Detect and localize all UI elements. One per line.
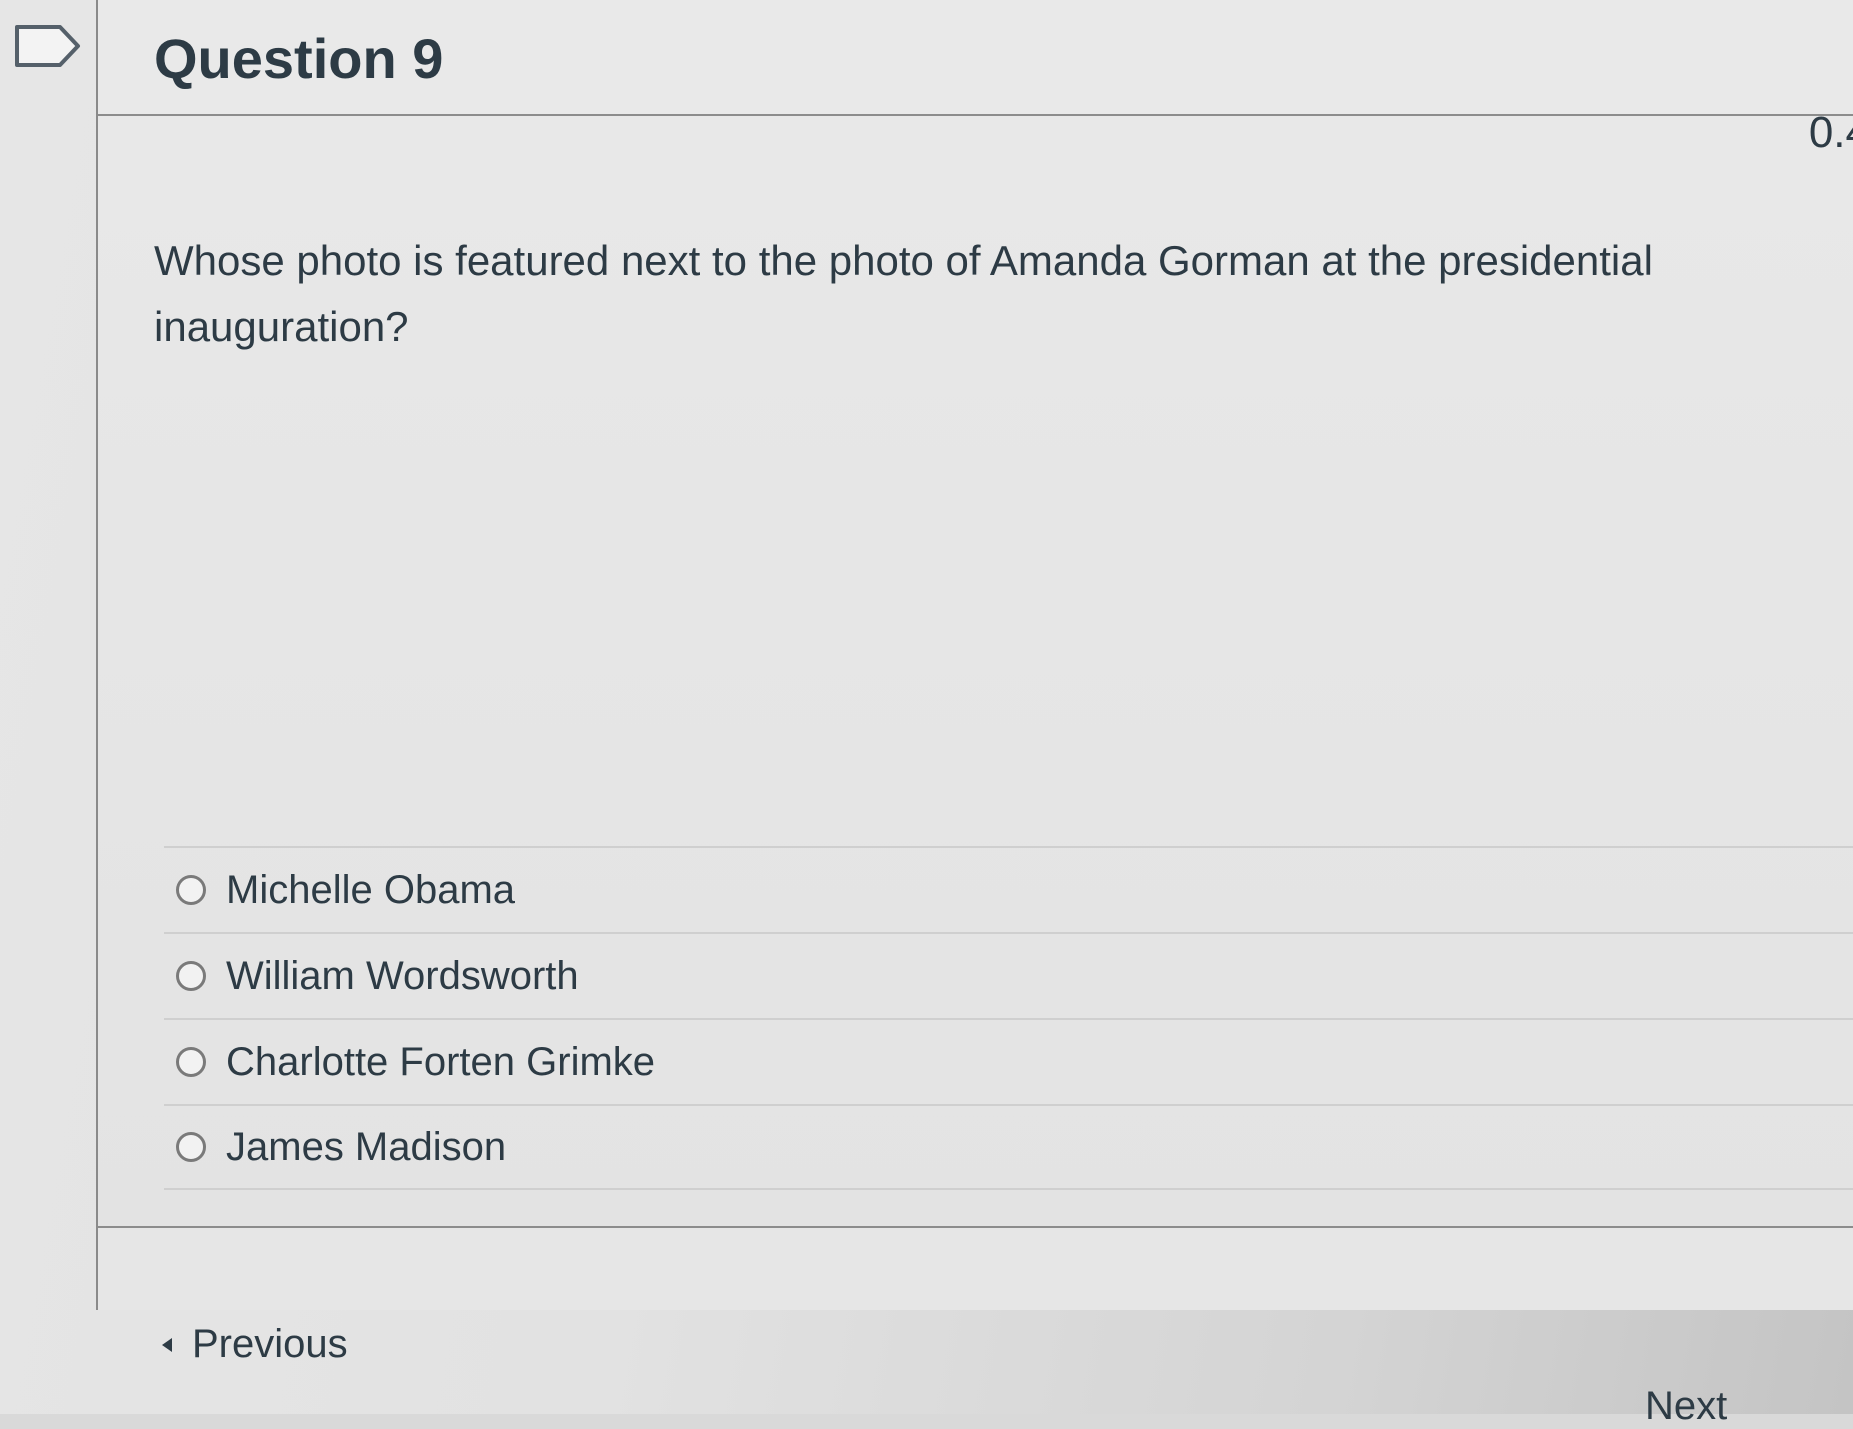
question-body: Whose photo is featured next to the phot…	[98, 116, 1853, 1228]
radio-button[interactable]	[176, 1132, 206, 1162]
answer-label: Charlotte Forten Grimke	[226, 1039, 656, 1084]
answer-option[interactable]: Michelle Obama	[164, 846, 1853, 932]
question-text: Whose photo is featured next to the phot…	[154, 237, 1653, 350]
answer-option[interactable]: William Wordsworth	[164, 932, 1853, 1018]
question-points: 0.4	[1808, 108, 1853, 157]
answer-list: Michelle Obama William Wordsworth Charlo…	[164, 846, 1853, 1190]
flag-icon[interactable]	[14, 24, 84, 68]
next-button[interactable]: Next	[1645, 1384, 1727, 1429]
answer-label: Michelle Obama	[226, 867, 516, 912]
question-header: Question 9	[98, 0, 1853, 116]
question-title: Question 9	[154, 27, 444, 90]
previous-button[interactable]: Previous	[162, 1322, 348, 1367]
radio-button[interactable]	[176, 961, 206, 991]
answer-option[interactable]: Charlotte Forten Grimke	[164, 1018, 1853, 1104]
radio-button[interactable]	[176, 1047, 206, 1077]
previous-label: Previous	[192, 1322, 348, 1366]
answer-label: James Madison	[226, 1124, 507, 1169]
question-card: Question 9 Whose photo is featured next …	[96, 0, 1853, 1310]
caret-left-icon	[162, 1337, 172, 1352]
radio-button[interactable]	[176, 875, 206, 905]
answer-label: William Wordsworth	[226, 953, 579, 998]
answer-option[interactable]: James Madison	[164, 1104, 1853, 1190]
